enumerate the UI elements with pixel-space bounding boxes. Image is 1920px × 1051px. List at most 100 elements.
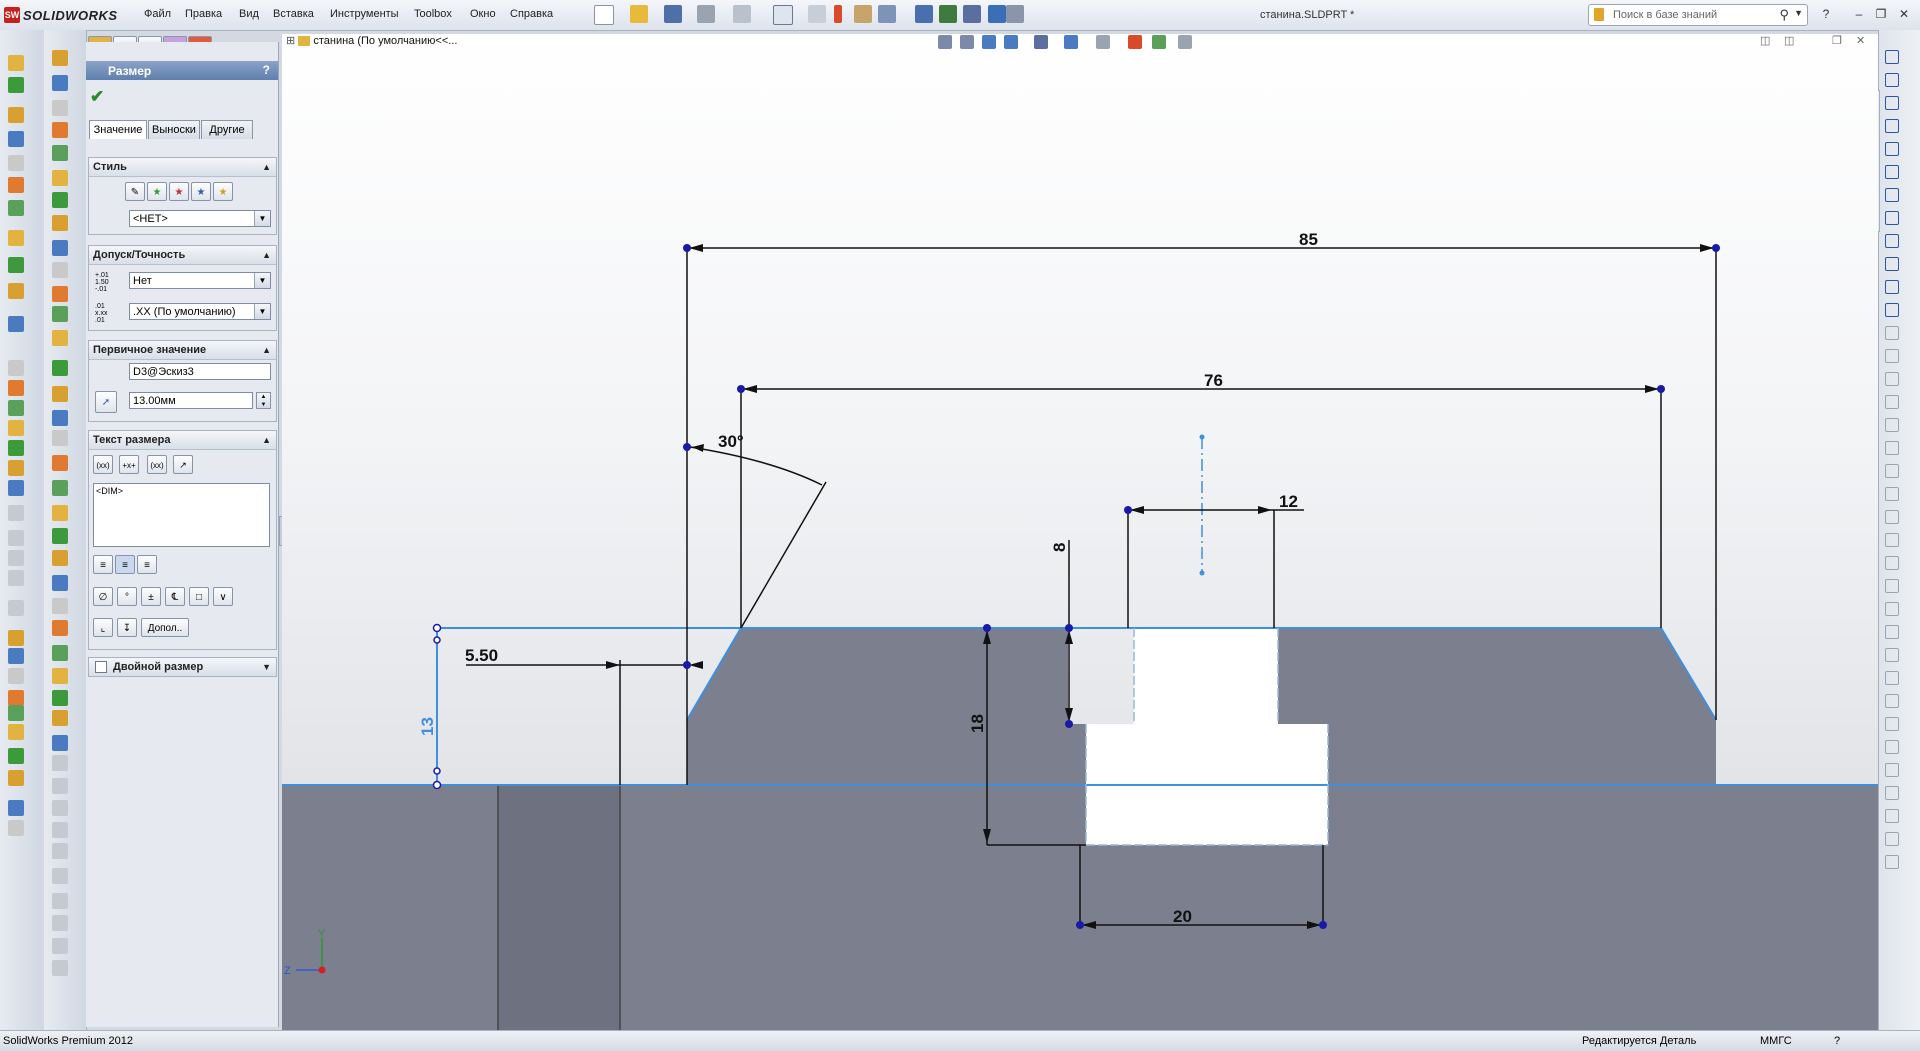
feature-tool-icon[interactable] <box>52 668 68 684</box>
command-tool-icon[interactable] <box>8 107 24 123</box>
command-tool-icon[interactable] <box>8 770 24 786</box>
sketch-tool-icon[interactable] <box>1885 625 1899 639</box>
command-tool-icon[interactable] <box>8 460 24 476</box>
help-icon[interactable]: ? <box>1818 6 1834 22</box>
dimension-85[interactable]: 85 <box>1299 230 1318 249</box>
sketch-tool-icon[interactable] <box>1885 832 1899 846</box>
feature-tool-icon[interactable] <box>52 286 68 302</box>
view-tool-icon[interactable] <box>982 35 996 49</box>
dimension-18[interactable]: 18 <box>968 714 987 733</box>
measure-icon[interactable] <box>915 5 933 23</box>
command-tool-icon[interactable] <box>8 690 24 706</box>
sketch-tool-icon[interactable] <box>1885 142 1899 156</box>
solidworks-logo[interactable]: SW SOLIDWORKS <box>4 6 118 24</box>
command-tool-icon[interactable] <box>8 55 24 71</box>
dimension-76[interactable]: 76 <box>1204 371 1223 390</box>
select-arrow-icon[interactable] <box>773 5 793 25</box>
sketch-tool-icon[interactable] <box>1885 96 1899 110</box>
split-icon[interactable]: ◫ <box>1784 34 1794 47</box>
traffic-light-icon[interactable] <box>834 5 842 23</box>
command-tool-icon[interactable] <box>8 648 24 664</box>
load-style-icon[interactable]: ★ <box>213 182 233 201</box>
sketch-tool-icon[interactable] <box>1885 602 1899 616</box>
dimension-12[interactable]: 12 <box>1279 492 1298 511</box>
command-tool-icon[interactable] <box>8 600 24 616</box>
command-tool-icon[interactable] <box>8 668 24 684</box>
sketch-tool-icon[interactable] <box>1885 119 1899 133</box>
more-button[interactable]: Допол.. <box>141 618 189 637</box>
sketch-tool-icon[interactable] <box>1885 510 1899 524</box>
collapse-icon[interactable]: ▲ <box>262 431 271 449</box>
align-center-icon[interactable]: ≡ <box>115 555 135 574</box>
sketch-tool-icon[interactable] <box>1885 464 1899 478</box>
tab-value[interactable]: Значение <box>89 120 147 139</box>
sketch-tool-icon[interactable] <box>1885 211 1899 225</box>
search-input[interactable]: Поиск в базе знаний <box>1613 9 1717 21</box>
style-select[interactable]: <НЕТ> ▼ <box>129 210 271 227</box>
model-view[interactable]: 85 76 30° 12 8 5.50 18 20 13 Y Z <box>282 34 1878 1030</box>
view-tool-icon[interactable] <box>1128 35 1142 49</box>
feature-tool-icon[interactable] <box>52 50 68 66</box>
command-tool-icon[interactable] <box>8 705 24 721</box>
menu-item-0[interactable]: Файл <box>144 8 171 20</box>
sketch-tool-icon[interactable] <box>1885 326 1899 340</box>
feature-tool-icon[interactable] <box>52 960 68 976</box>
sketch-tool-icon[interactable] <box>1885 855 1899 869</box>
view-tool-icon[interactable] <box>1064 35 1078 49</box>
expand-icon[interactable]: ⊞ <box>286 35 295 47</box>
sketch-tool-icon[interactable] <box>1885 188 1899 202</box>
value-spinner[interactable]: ▲ ▼ <box>256 392 271 409</box>
feature-tool-icon[interactable] <box>52 893 68 909</box>
feature-tool-icon[interactable] <box>52 386 68 402</box>
undo-icon[interactable] <box>733 5 751 23</box>
sketch-tool-icon[interactable] <box>1885 418 1899 432</box>
save-icon[interactable] <box>664 5 682 23</box>
menu-item-2[interactable]: Вид <box>239 8 259 20</box>
sketch-tool-icon[interactable] <box>1885 579 1899 593</box>
feature-tool-icon[interactable] <box>52 122 68 138</box>
menu-item-7[interactable]: Справка <box>510 8 553 20</box>
save-style-icon[interactable]: ★ <box>191 182 211 201</box>
apply-style-icon[interactable]: ✎ <box>125 182 145 201</box>
more-symbols-dropdown[interactable]: ∨ <box>213 587 233 606</box>
feature-tool-icon[interactable] <box>52 528 68 544</box>
command-tool-icon[interactable] <box>8 505 24 521</box>
sketch-tool-icon[interactable] <box>1885 234 1899 248</box>
sketch-tool-icon[interactable] <box>1885 257 1899 271</box>
command-tool-icon[interactable] <box>8 360 24 376</box>
centerline-symbol-icon[interactable]: ℄ <box>165 587 185 606</box>
feature-tool-icon[interactable] <box>52 778 68 794</box>
search-box[interactable]: Поиск в базе знаний ⚲ ▼ <box>1588 4 1808 26</box>
plus-minus-symbol-icon[interactable]: ± <box>141 587 161 606</box>
options-icon[interactable] <box>878 5 896 23</box>
feature-tool-icon[interactable] <box>52 575 68 591</box>
view-tool-icon[interactable] <box>960 35 974 49</box>
dimension-text-header[interactable]: Текст размера ▲ <box>89 431 276 450</box>
depth-symbol-icon[interactable]: ↧ <box>117 618 137 637</box>
sketch-tool-icon[interactable] <box>1885 671 1899 685</box>
feature-tool-icon[interactable] <box>52 170 68 186</box>
view-tool-icon[interactable] <box>938 35 952 49</box>
command-tool-icon[interactable] <box>8 820 24 836</box>
feature-tool-icon[interactable] <box>52 410 68 426</box>
delete-style-icon[interactable]: ★ <box>169 182 189 201</box>
dimension-name-field[interactable]: D3@Эскиз3 <box>129 363 271 380</box>
close-button[interactable]: ✕ <box>1896 6 1912 22</box>
feature-tool-icon[interactable] <box>52 192 68 208</box>
diameter-symbol-icon[interactable]: ∅ <box>93 587 113 606</box>
feature-tool-icon[interactable] <box>52 455 68 471</box>
feature-tool-icon[interactable] <box>52 755 68 771</box>
command-tool-icon[interactable] <box>8 570 24 586</box>
sketch-tool-icon[interactable] <box>1885 763 1899 777</box>
command-tool-icon[interactable] <box>8 257 24 273</box>
sketch-tool-icon[interactable] <box>1885 50 1899 64</box>
command-tool-icon[interactable] <box>8 800 24 816</box>
feature-tool-icon[interactable] <box>52 710 68 726</box>
sketch-tool-icon[interactable] <box>1885 556 1899 570</box>
feature-tool-icon[interactable] <box>52 430 68 446</box>
feature-tool-icon[interactable] <box>52 240 68 256</box>
view-tool-icon[interactable] <box>1096 35 1110 49</box>
command-tool-icon[interactable] <box>8 230 24 246</box>
add-parentheses-icon[interactable]: (xx) <box>93 455 113 474</box>
align-left-icon[interactable]: ≡ <box>93 555 113 574</box>
